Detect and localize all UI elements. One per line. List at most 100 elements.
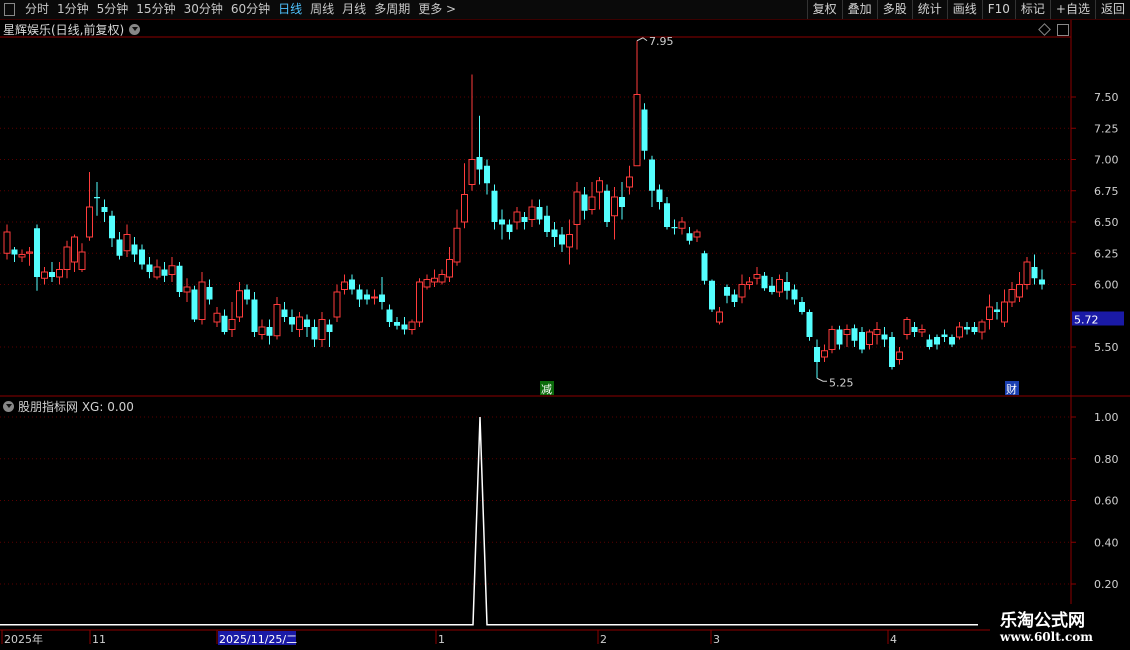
candle-body xyxy=(1039,279,1045,285)
candle-body xyxy=(168,265,176,275)
candle-body xyxy=(371,296,378,299)
candle-body xyxy=(326,324,333,332)
low-marker-arrow xyxy=(816,377,827,382)
price-tick-label: 5.50 xyxy=(1094,341,1119,354)
candle-body xyxy=(116,239,123,256)
candle-body xyxy=(423,279,431,288)
candle-body xyxy=(799,302,805,312)
candle-body xyxy=(311,327,318,340)
indicator-tick-label: 0.40 xyxy=(1094,536,1119,549)
candle-body xyxy=(453,227,461,263)
candle-body xyxy=(206,287,213,300)
candle-body xyxy=(63,246,71,270)
candle-body xyxy=(544,215,550,232)
candle-body xyxy=(258,326,266,335)
price-tick-label: 7.00 xyxy=(1094,154,1119,167)
watermark-url: www.60lt.com xyxy=(1000,630,1093,644)
candle-body xyxy=(41,271,48,279)
candle-body xyxy=(941,334,948,337)
candle-body xyxy=(949,337,955,345)
candle-body xyxy=(551,229,558,237)
candle-body xyxy=(461,194,468,223)
candle-body xyxy=(191,289,198,320)
candle-body xyxy=(289,317,295,325)
candle-body xyxy=(109,215,115,239)
candle-body xyxy=(228,319,236,330)
date-label: 2025年 xyxy=(4,632,43,646)
candle-body xyxy=(678,221,686,229)
candle-body xyxy=(978,321,986,333)
candle-body xyxy=(506,224,513,232)
candle-body xyxy=(649,159,655,191)
candle-body xyxy=(484,165,490,184)
candle-body xyxy=(814,347,820,362)
candle-body xyxy=(513,211,521,223)
candle-body xyxy=(903,319,911,335)
candle-body xyxy=(18,254,26,258)
finance-marker-label: 财 xyxy=(1006,382,1017,396)
indicator-tick-label: 0.20 xyxy=(1094,578,1119,591)
candle-body xyxy=(221,315,228,332)
candle-body xyxy=(784,282,790,291)
candle-body xyxy=(244,289,250,300)
candle-body xyxy=(956,326,963,338)
candle-body xyxy=(836,329,843,345)
candle-body xyxy=(11,249,18,255)
candle-body xyxy=(1016,284,1023,298)
date-label: 3 xyxy=(713,633,720,646)
price-tick-label: 6.75 xyxy=(1094,185,1119,198)
candle-body xyxy=(161,269,168,276)
candle-body xyxy=(859,332,865,350)
chart-canvas[interactable]: 7.50 7.25 7.00 6.75 6.50 6.25 6.00 5.50 7.95 5.25… xyxy=(0,0,1130,650)
candle-body xyxy=(873,329,881,335)
indicator-title: 股朋指标网 XG: 0.00 xyxy=(3,398,134,414)
candle-body xyxy=(251,299,258,332)
candle-body xyxy=(1001,301,1008,323)
candle-body xyxy=(176,265,183,292)
candle-body xyxy=(139,249,145,265)
price-tick-label: 6.00 xyxy=(1094,279,1119,292)
candle-body xyxy=(296,316,303,330)
date-label: 2 xyxy=(600,633,607,646)
candle-body xyxy=(198,281,206,320)
high-marker-arrow xyxy=(636,37,648,42)
candle-body xyxy=(528,206,536,220)
candle-body xyxy=(408,321,416,330)
candle-body xyxy=(34,228,40,277)
candle-body xyxy=(386,309,393,322)
candle-body xyxy=(213,312,221,323)
candle-body xyxy=(776,279,783,293)
indicator-label: 股朋指标网 XG: 0.00 xyxy=(18,399,134,414)
candle-body xyxy=(281,309,288,317)
candle-body xyxy=(153,266,161,278)
candle-body xyxy=(566,234,573,248)
candle-body xyxy=(499,219,505,225)
candle-body xyxy=(588,196,596,210)
chevron-down-icon[interactable] xyxy=(3,400,14,412)
price-tick-label: 7.25 xyxy=(1094,122,1119,135)
reduce-marker-label: 减 xyxy=(541,383,552,396)
candle-body xyxy=(304,319,310,327)
date-label: 2025/11/25/二 xyxy=(219,633,297,646)
candle-body xyxy=(559,234,565,245)
candle-body xyxy=(273,304,281,337)
candle-body xyxy=(26,251,33,254)
date-label: 11 xyxy=(92,633,106,646)
candle-body xyxy=(828,329,836,350)
candle-body xyxy=(86,206,93,238)
candle-body xyxy=(986,306,993,320)
candle-body xyxy=(356,289,363,300)
price-tick-label: 7.50 xyxy=(1094,91,1119,104)
indicator-tick-label: 0.80 xyxy=(1094,453,1119,466)
candle-body xyxy=(521,217,528,222)
candle-body xyxy=(379,294,385,302)
candle-body xyxy=(123,234,131,252)
candle-body xyxy=(183,286,191,293)
candle-body xyxy=(131,244,138,255)
watermark: 乐淘公式网 www.60lt.com xyxy=(990,604,1130,650)
candle-body xyxy=(619,197,625,207)
candle-body xyxy=(236,290,243,318)
price-tick-label: 6.50 xyxy=(1094,216,1119,229)
candle-body xyxy=(78,251,86,270)
candle-body xyxy=(56,269,63,278)
